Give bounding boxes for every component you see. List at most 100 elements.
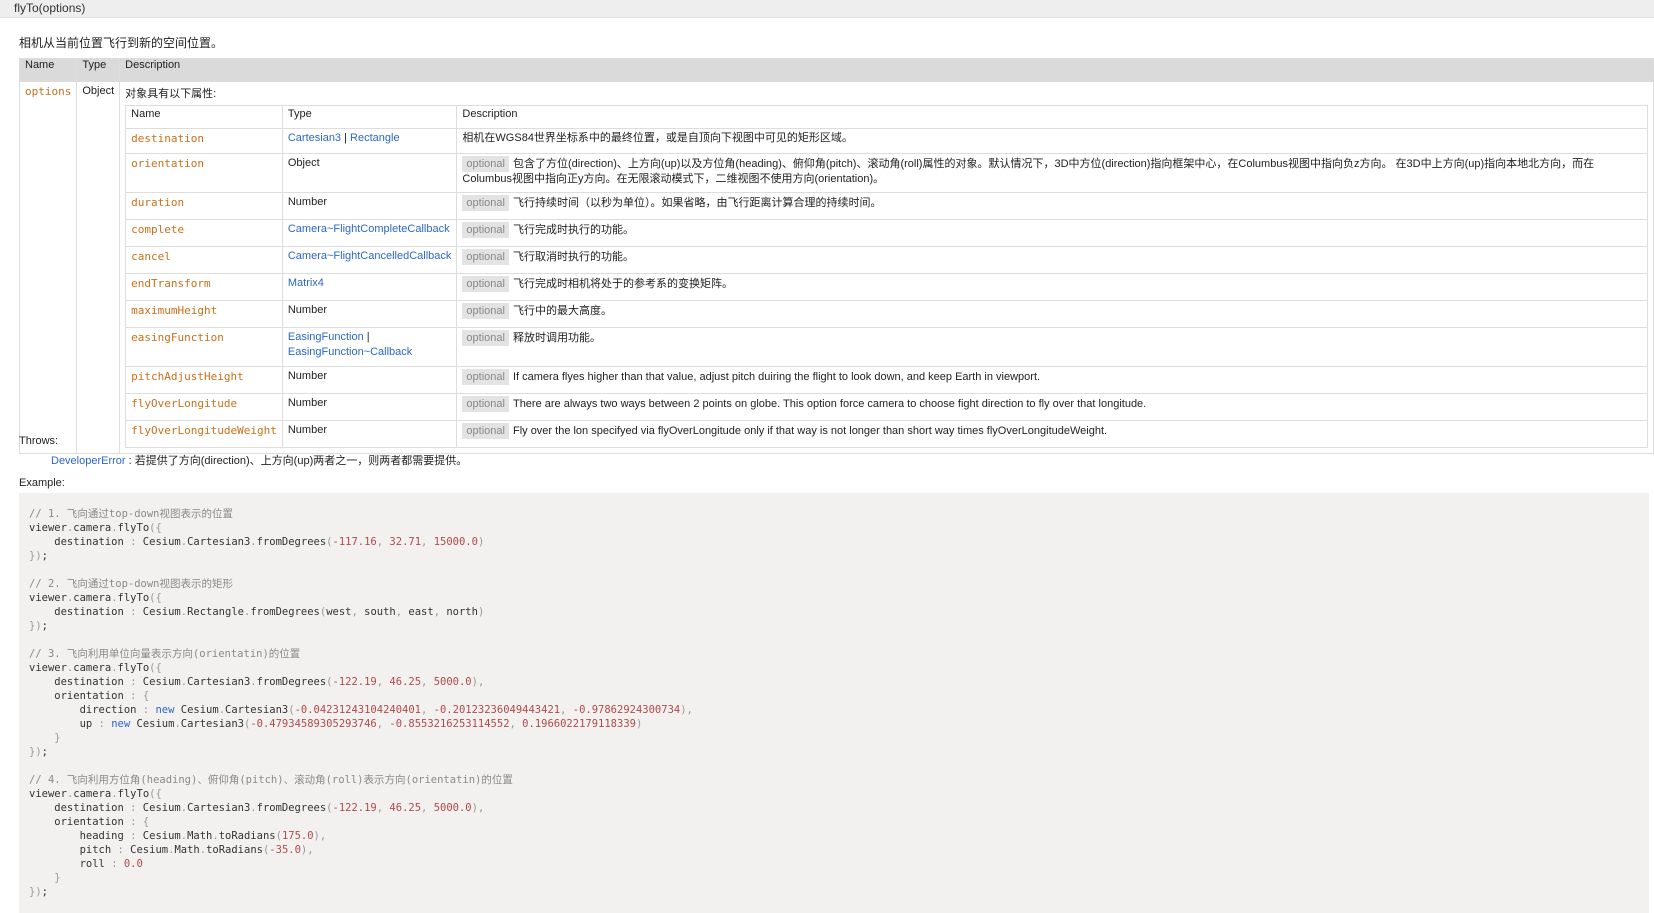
- throws-label: Throws:: [19, 435, 59, 447]
- property-name: complete: [131, 223, 185, 236]
- property-description: 飞行中的最大高度。: [512, 305, 612, 317]
- method-summary: 相机从当前位置飞行到新的空间位置。: [19, 36, 224, 50]
- type-link[interactable]: Camera~FlightCancelledCallback: [288, 250, 452, 262]
- property-row-flyOverLongitude: flyOverLongitude Number optional There are …: [125, 393, 1649, 421]
- property-name-cell: complete: [125, 219, 283, 247]
- property-type-cell: Number: [281, 420, 458, 448]
- property-name: cancel: [131, 250, 171, 263]
- type-text: Number: [287, 304, 327, 316]
- code-line: });: [29, 620, 48, 632]
- code-line: });: [29, 886, 48, 898]
- code-line: // 2. 飞向通过top-down视图表示的矩形: [29, 578, 234, 590]
- property-name: orientation: [131, 157, 205, 170]
- code-line: direction : new Cesium.Cartesian3(-0.042…: [29, 704, 693, 716]
- code-line: });: [29, 746, 48, 758]
- property-name-cell: pitchAdjustHeight: [125, 366, 283, 394]
- property-name-cell: flyOverLongitude: [125, 393, 283, 421]
- property-description-cell: optional 包含了方位(direction)、上方向(up)以及方位角(he…: [456, 153, 1649, 193]
- property-type-cell: Number: [281, 192, 458, 220]
- property-name-cell: orientation: [125, 153, 283, 193]
- param-description-cell: 对象具有以下属性: Name Type Description destinat…: [119, 81, 1654, 454]
- optional-badge: optional: [462, 222, 509, 238]
- code-line: viewer.camera.flyTo({: [29, 592, 162, 604]
- property-description: If camera flyes higher than that value, …: [512, 371, 1041, 383]
- optional-badge: optional: [462, 396, 509, 412]
- type-link[interactable]: Camera~FlightCompleteCallback: [288, 223, 450, 235]
- property-row-maximumHeight: maximumHeight Number optional 飞行中的最大高度。: [125, 300, 1649, 328]
- type-text: |: [341, 132, 351, 144]
- property-description: There are always two ways between 2 poin…: [512, 398, 1147, 410]
- code-line: up : new Cesium.Cartesian3(-0.4793458930…: [29, 718, 643, 730]
- method-title: flyTo(options): [0, 0, 1654, 18]
- params-header-type: Type: [76, 58, 121, 82]
- property-name: flyOverLongitudeWeight: [131, 424, 277, 437]
- optional-badge: optional: [462, 156, 509, 172]
- property-name: flyOverLongitude: [131, 397, 238, 410]
- property-row-pitchAdjustHeight: pitchAdjustHeight Number optional If camera…: [125, 366, 1649, 394]
- property-row-complete: complete Camera~FlightCompleteCallback opt…: [125, 219, 1649, 247]
- code-line: destination : Cesium.Cartesian3.fromDegr…: [29, 676, 485, 688]
- type-link[interactable]: Cartesian3: [288, 132, 341, 144]
- property-name: destination: [131, 132, 205, 145]
- property-description-cell: optional 飞行取消时执行的功能。: [456, 246, 1649, 274]
- type-link[interactable]: EasingFunction~Callback: [288, 346, 412, 358]
- type-text: Number: [287, 397, 327, 409]
- property-description-cell: optional 释放时调用功能。: [456, 327, 1649, 367]
- property-description-cell: optional 飞行完成时相机将处于的参考系的变换矩阵。: [456, 273, 1649, 301]
- code-line: destination : Cesium.Cartesian3.fromDegr…: [29, 802, 485, 814]
- throws-separator: :: [125, 455, 135, 467]
- throws-message: 若提供了方向(direction)、上方向(up)两者之一，则两者都需要提供。: [134, 455, 468, 467]
- code-line: roll : 0.0: [29, 858, 143, 870]
- property-type-cell: Number: [281, 300, 458, 328]
- parameters-section: Name Type Description options Object 对象具…: [18, 58, 1654, 454]
- property-type-cell: Number: [281, 393, 458, 421]
- property-type-cell: Object: [281, 153, 458, 193]
- property-name-cell: maximumHeight: [125, 300, 283, 328]
- property-description-cell: optional If camera flyes higher than that…: [456, 366, 1649, 394]
- property-row-flyOverLongitudeWeight: flyOverLongitudeWeight Number optional Fly …: [125, 420, 1649, 448]
- code-line: destination : Cesium.Cartesian3.fromDegr…: [29, 536, 485, 548]
- property-type-cell: Cartesian3 | Rectangle: [281, 128, 458, 154]
- code-line: viewer.camera.flyTo({: [29, 788, 162, 800]
- example-label: Example:: [19, 477, 65, 489]
- code-line: orientation : {: [29, 690, 150, 702]
- type-link[interactable]: Rectangle: [350, 132, 400, 144]
- params-header-description: Description: [119, 58, 1654, 82]
- property-name-cell: cancel: [125, 246, 283, 274]
- property-row-destination: destination Cartesian3 | Rectangle 相机在WGS8…: [125, 128, 1649, 154]
- code-line: // 1. 飞向通过top-down视图表示的位置: [29, 508, 234, 520]
- type-text: Number: [287, 424, 327, 436]
- props-header-description: Description: [456, 105, 1649, 129]
- property-type-cell: Camera~FlightCompleteCallback: [281, 219, 458, 247]
- property-row-cancel: cancel Camera~FlightCancelledCallback opti…: [125, 246, 1649, 274]
- property-name-cell: endTransform: [125, 273, 283, 301]
- property-description: 飞行完成时执行的功能。: [512, 224, 634, 236]
- code-line: }: [54, 732, 61, 744]
- property-row-duration: duration Number optional 飞行持续时间（以秒为单位）。如果省略…: [125, 192, 1649, 220]
- param-name-options: options: [25, 85, 72, 98]
- property-row-orientation: orientation Object optional 包含了方位(direction…: [125, 153, 1649, 193]
- property-name-cell: duration: [125, 192, 283, 220]
- code-line: orientation : {: [29, 816, 150, 828]
- property-description-cell: optional 飞行中的最大高度。: [456, 300, 1649, 328]
- optional-badge: optional: [462, 276, 509, 292]
- param-type-cell: Object: [76, 81, 121, 454]
- throws-error-type-link[interactable]: DeveloperError: [51, 455, 126, 467]
- code-line: });: [29, 550, 48, 562]
- property-description-cell: 相机在WGS84世界坐标系中的最终位置，或是自顶向下视图中可见的矩形区域。: [456, 128, 1649, 154]
- property-name: easingFunction: [131, 331, 224, 344]
- property-description: 包含了方位(direction)、上方向(up)以及方位角(heading)、俯…: [462, 158, 1595, 185]
- type-link[interactable]: Matrix4: [288, 277, 324, 289]
- type-link[interactable]: EasingFunction: [288, 331, 364, 343]
- property-type-cell: Number: [281, 366, 458, 394]
- property-description-cell: optional 飞行持续时间（以秒为单位）。如果省略，由飞行距离计算合理的持续时…: [456, 192, 1649, 220]
- type-text: Number: [287, 370, 327, 382]
- property-description: 飞行持续时间（以秒为单位）。如果省略，由飞行距离计算合理的持续时间。: [512, 197, 882, 209]
- type-text: Number: [287, 196, 327, 208]
- optional-badge: optional: [462, 303, 509, 319]
- code-line: viewer.camera.flyTo({: [29, 522, 162, 534]
- properties-body: destination Cartesian3 | Rectangle 相机在WGS8…: [125, 128, 1649, 448]
